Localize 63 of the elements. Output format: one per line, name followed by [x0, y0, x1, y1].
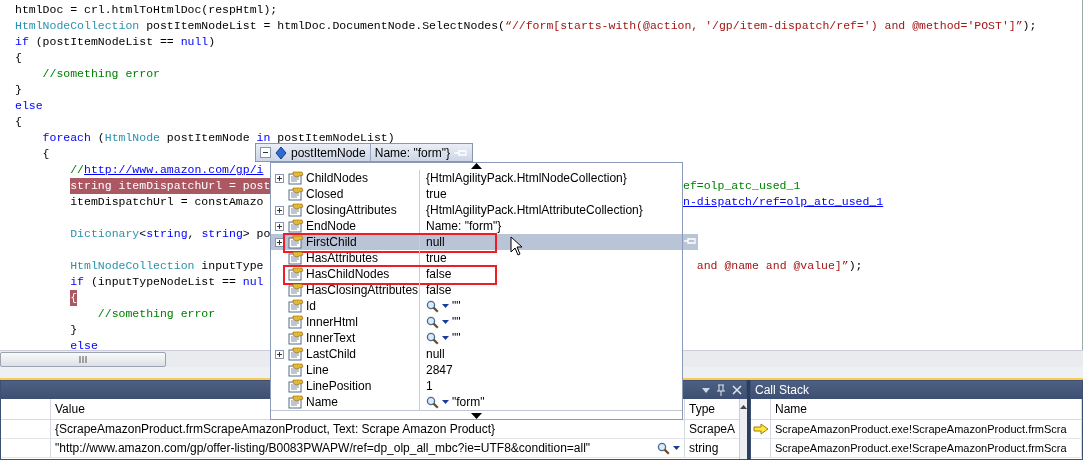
property-value: true [426, 251, 447, 265]
property-name: ChildNodes [304, 170, 420, 186]
code-line: n-dispatch/ref=olp_atc_used_1 [683, 194, 884, 210]
property-name: HasClosingAttributes [304, 282, 420, 298]
property-name: Closed [304, 186, 420, 202]
property-name: EndNode [304, 218, 420, 234]
code-line: { [42, 146, 50, 162]
property-value: "" [452, 299, 461, 313]
code-line: itemDispatchUrl = constAmazo [70, 194, 264, 210]
code-line: and @name and @value]”); [696, 258, 863, 274]
code-line: { [15, 50, 22, 66]
code-line: if (inputTypeNodeList == nul [70, 274, 264, 290]
code-line: } [70, 322, 78, 338]
property-name: Id [304, 298, 420, 314]
table-cell: string [689, 441, 719, 455]
code-line: ef=olp_atc_used_1 [683, 178, 801, 194]
code-line: else [70, 338, 98, 354]
property-value: null [426, 347, 445, 361]
property-value: "" [452, 331, 461, 345]
table-cell: "http://www.amazon.com/gp/offer-listing/B0083PWAPW/ref=dp_olp_all_mbc?ie=UTF8&condition=all" [55, 441, 591, 455]
code-line: else [15, 98, 43, 114]
property-name: HasAttributes [304, 250, 420, 266]
property-value: 2847 [426, 363, 453, 377]
code-line: //http://www.amazon.com/gp/i [70, 162, 264, 178]
code-line: htmlDoc = crl.htmlToHtmlDoc(respHtml); [15, 2, 278, 18]
code-line: HtmlNodeCollection postItemNodeList = htmlDoc.DocumentNode.SelectNodes(“//form[starts-with(@action, '/gp/item-dispatch/ref=') and @method='POST']”); [15, 18, 1037, 34]
column-header[interactable]: Value [55, 402, 85, 416]
property-name: LinePosition [304, 378, 420, 394]
property-name: ClosingAttributes [304, 202, 420, 218]
property-value: true [426, 187, 447, 201]
panel-title: Call Stack [755, 383, 810, 397]
property-name: Name [304, 394, 420, 410]
code-line: //something error [42, 66, 160, 82]
property-value: {HtmlAgilityPack.HtmlAttributeCollection} [426, 203, 643, 217]
property-name: InnerText [304, 330, 420, 346]
property-name: HasChildNodes [304, 266, 420, 282]
property-name: FirstChild [304, 234, 420, 250]
code-line: } [15, 82, 22, 98]
table-cell: ScrapeA [689, 422, 736, 436]
value-label: Name: "form"} [374, 145, 450, 160]
expression-label: postItemNode [291, 145, 366, 160]
code-line: //something error [97, 306, 216, 322]
column-header[interactable]: Type [689, 402, 715, 416]
code-line: Dictionary<string, string> po [70, 226, 271, 242]
code-line: foreach (HtmlNode postItemNode in postItemNodeList) [42, 130, 395, 146]
property-value: 1 [426, 379, 433, 393]
code-line: if (postItemNodeList == null) [15, 34, 216, 50]
property-value: null [426, 235, 445, 249]
property-value: {HtmlAgilityPack.HtmlNodeCollection} [426, 171, 627, 185]
table-cell: ScrapeAmazonProduct.exe!ScrapeAmazonProduct.frmScra [775, 442, 1067, 454]
table-cell: {ScrapeAmazonProduct.frmScrapeAmazonProduct, Text: Scrape Amazon Product} [55, 422, 495, 436]
property-name: Line [304, 362, 420, 378]
property-value: false [426, 267, 452, 281]
code-line: { [15, 114, 22, 130]
code-line: HtmlNodeCollection inputType [70, 258, 264, 274]
property-value: false [426, 283, 452, 297]
property-value: Name: "form"} [426, 219, 502, 233]
property-value: "form" [452, 395, 485, 409]
column-header[interactable]: Name [775, 402, 807, 416]
property-value: "" [452, 315, 461, 329]
table-cell: ScrapeAmazonProduct.exe!ScrapeAmazonProduct.frmScra [775, 423, 1067, 435]
property-name: LastChild [304, 346, 420, 362]
property-name: InnerHtml [304, 314, 420, 330]
